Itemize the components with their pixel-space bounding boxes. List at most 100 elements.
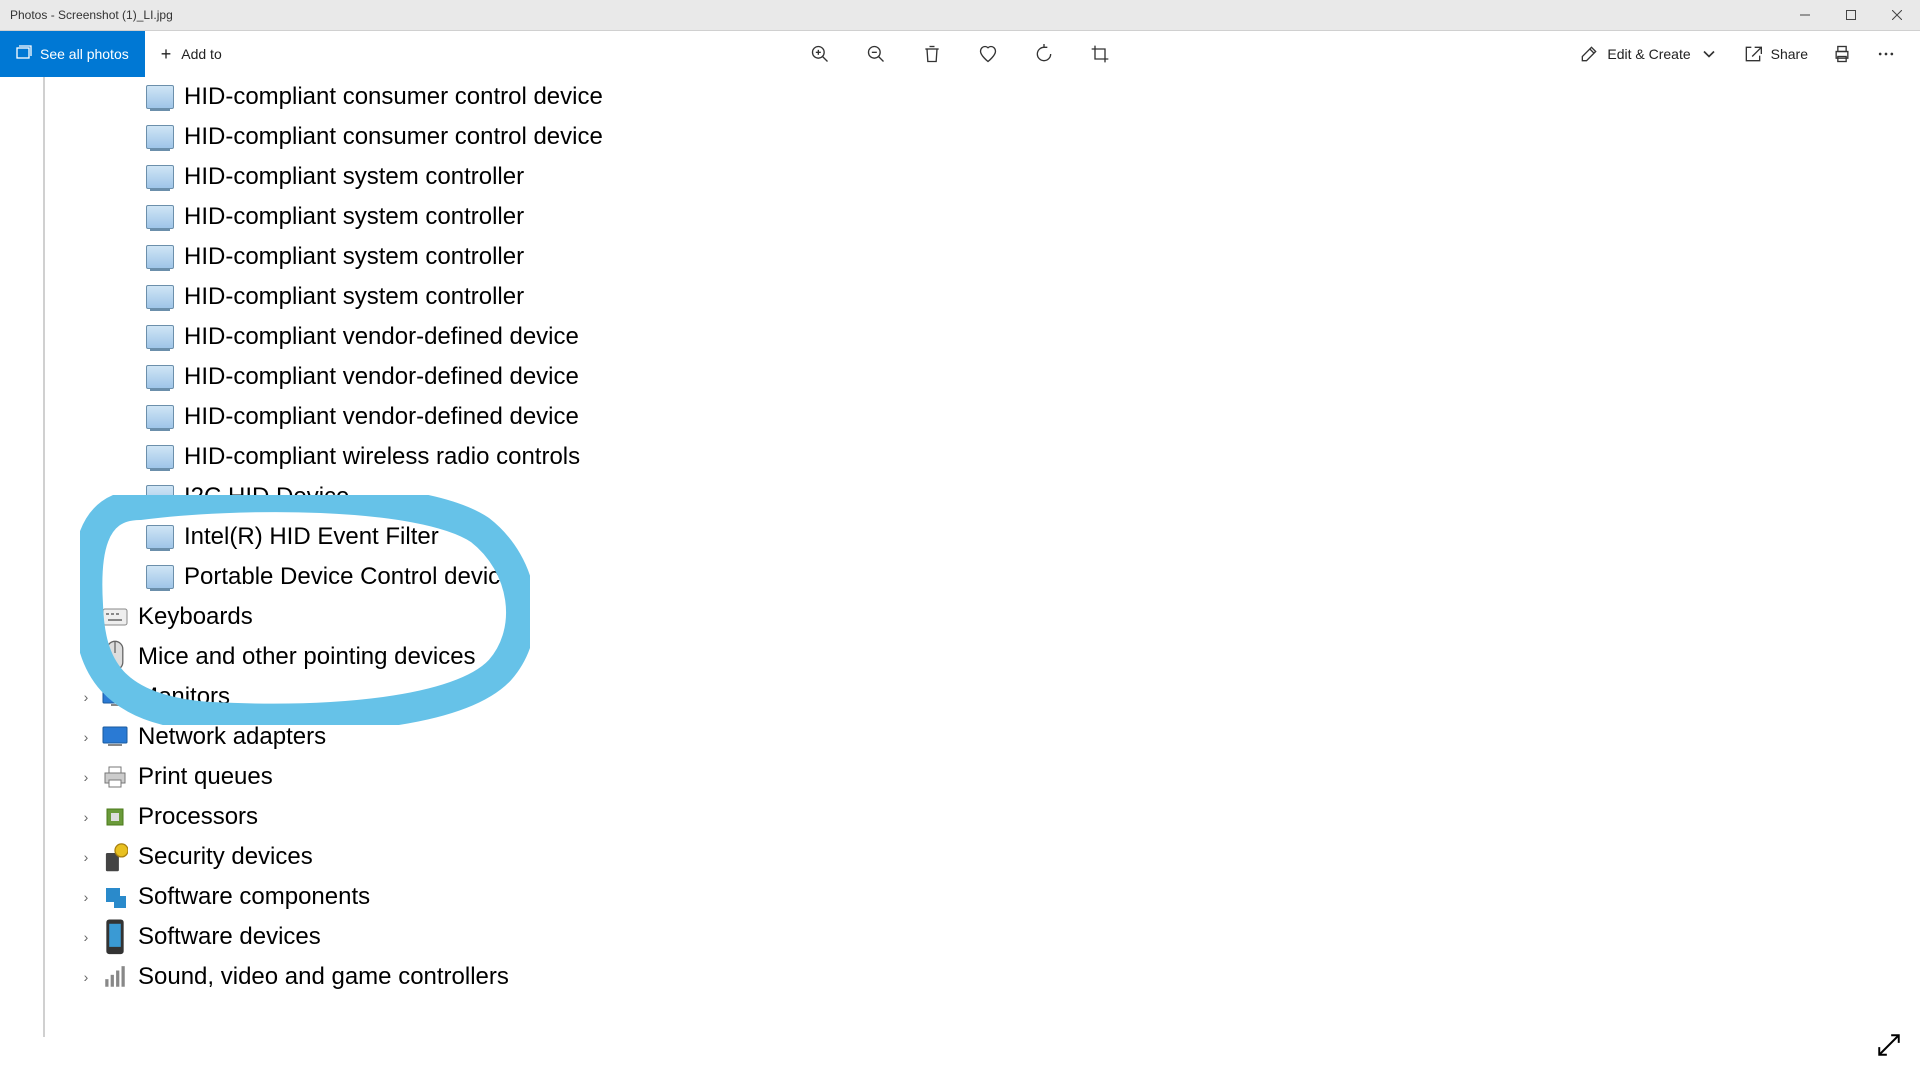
- window-title: Photos - Screenshot (1)_LI.jpg: [0, 8, 173, 22]
- category-label: Sound, video and game controllers: [138, 963, 509, 991]
- device-label: HID-compliant system controller: [184, 163, 524, 191]
- category-label: Keyboards: [138, 603, 253, 631]
- expand-chevron-icon: ›: [78, 689, 94, 705]
- minimize-button[interactable]: [1782, 0, 1828, 30]
- category-monitors: › Monitors: [0, 677, 603, 717]
- device-icon: [146, 325, 174, 349]
- plus-icon: +: [161, 44, 172, 65]
- device-label: HID-compliant system controller: [184, 283, 524, 311]
- category-label: Software components: [138, 883, 370, 911]
- expand-chevron-icon: ›: [78, 889, 94, 905]
- device-label: I2C HID Device: [184, 483, 349, 511]
- device-label: HID-compliant wireless radio controls: [184, 443, 580, 471]
- crop-button[interactable]: [1090, 44, 1110, 64]
- add-to-label: Add to: [181, 46, 221, 62]
- share-button[interactable]: Share: [1743, 44, 1808, 64]
- printer-icon: [102, 764, 128, 790]
- share-label: Share: [1771, 46, 1808, 62]
- security-icon: [102, 844, 128, 870]
- category-software-components: › Software components: [0, 877, 603, 917]
- category-processors: › Processors: [0, 797, 603, 837]
- photo-viewport[interactable]: HID-compliant consumer control device HI…: [0, 77, 1920, 1080]
- category-label: Mice and other pointing devices: [138, 643, 476, 671]
- monitor-icon: [102, 684, 128, 710]
- device-tree: HID-compliant consumer control device HI…: [0, 77, 603, 997]
- category-keyboards: › Keyboards: [0, 597, 603, 637]
- device-item: HID-compliant vendor-defined device: [0, 357, 603, 397]
- device-label: HID-compliant system controller: [184, 203, 524, 231]
- device-item: HID-compliant system controller: [0, 237, 603, 277]
- device-item: HID-compliant system controller: [0, 197, 603, 237]
- device-icon: [146, 125, 174, 149]
- device-item: HID-compliant system controller: [0, 277, 603, 317]
- device-icon: [146, 405, 174, 429]
- device-item: HID-compliant system controller: [0, 157, 603, 197]
- device-item: HID-compliant vendor-defined device: [0, 317, 603, 357]
- expand-chevron-icon: ›: [78, 849, 94, 865]
- category-label: Network adapters: [138, 723, 326, 751]
- rotate-button[interactable]: [1034, 44, 1054, 64]
- category-label: Security devices: [138, 843, 313, 871]
- edit-icon: [1579, 44, 1599, 64]
- device-icon: [146, 525, 174, 549]
- device-label: HID-compliant system controller: [184, 243, 524, 271]
- category-label: Software devices: [138, 923, 321, 951]
- device-icon: [146, 205, 174, 229]
- category-software-devices: › Software devices: [0, 917, 603, 957]
- edit-create-button[interactable]: Edit & Create: [1579, 44, 1718, 64]
- see-all-label: See all photos: [40, 46, 129, 62]
- sound-icon: [102, 964, 128, 990]
- device-label: HID-compliant vendor-defined device: [184, 403, 579, 431]
- window-controls: [1782, 0, 1920, 30]
- device-label: HID-compliant consumer control device: [184, 83, 603, 111]
- device-icon: [146, 565, 174, 589]
- fullscreen-button[interactable]: [1876, 1032, 1902, 1063]
- share-icon: [1743, 44, 1763, 64]
- category-sound: › Sound, video and game controllers: [0, 957, 603, 997]
- favorite-button[interactable]: [978, 44, 998, 64]
- expand-chevron-icon: ›: [78, 809, 94, 825]
- category-mice: › Mice and other pointing devices: [0, 637, 603, 677]
- device-icon: [146, 245, 174, 269]
- expand-chevron-icon: ›: [78, 769, 94, 785]
- category-label: Processors: [138, 803, 258, 831]
- delete-button[interactable]: [922, 44, 942, 64]
- screenshot-image: HID-compliant consumer control device HI…: [0, 77, 980, 1037]
- close-button[interactable]: [1874, 0, 1920, 30]
- category-network: › Network adapters: [0, 717, 603, 757]
- device-item: HID-compliant consumer control device: [0, 117, 603, 157]
- expand-chevron-icon: ›: [78, 969, 94, 985]
- print-button[interactable]: [1832, 44, 1852, 64]
- device-label: HID-compliant vendor-defined device: [184, 363, 579, 391]
- add-to-button[interactable]: + Add to: [145, 44, 238, 65]
- category-label: Print queues: [138, 763, 273, 791]
- component-icon: [102, 884, 128, 910]
- maximize-button[interactable]: [1828, 0, 1874, 30]
- expand-chevron-icon: ›: [78, 609, 94, 625]
- collection-icon: [16, 45, 32, 64]
- software-device-icon: [102, 924, 128, 950]
- mouse-icon: [102, 644, 128, 670]
- edit-create-label: Edit & Create: [1607, 46, 1690, 62]
- network-icon: [102, 724, 128, 750]
- toolbar: See all photos + Add to E: [0, 31, 1920, 77]
- device-icon: [146, 365, 174, 389]
- device-item: Portable Device Control device: [0, 557, 603, 597]
- device-label: Intel(R) HID Event Filter: [184, 523, 439, 551]
- keyboard-icon: [102, 604, 128, 630]
- device-icon: [146, 285, 174, 309]
- device-item: HID-compliant wireless radio controls: [0, 437, 603, 477]
- titlebar: Photos - Screenshot (1)_LI.jpg: [0, 0, 1920, 31]
- category-print-queues: › Print queues: [0, 757, 603, 797]
- see-all-photos-button[interactable]: See all photos: [0, 31, 145, 77]
- cpu-icon: [102, 804, 128, 830]
- expand-chevron-icon: ›: [78, 649, 94, 665]
- more-button[interactable]: [1876, 44, 1896, 64]
- device-icon: [146, 445, 174, 469]
- device-item-warning: !I2C HID Device: [0, 477, 603, 517]
- expand-chevron-icon: ›: [78, 729, 94, 745]
- category-label: Monitors: [138, 683, 230, 711]
- zoom-in-button[interactable]: [810, 44, 830, 64]
- zoom-out-button[interactable]: [866, 44, 886, 64]
- device-item: HID-compliant vendor-defined device: [0, 397, 603, 437]
